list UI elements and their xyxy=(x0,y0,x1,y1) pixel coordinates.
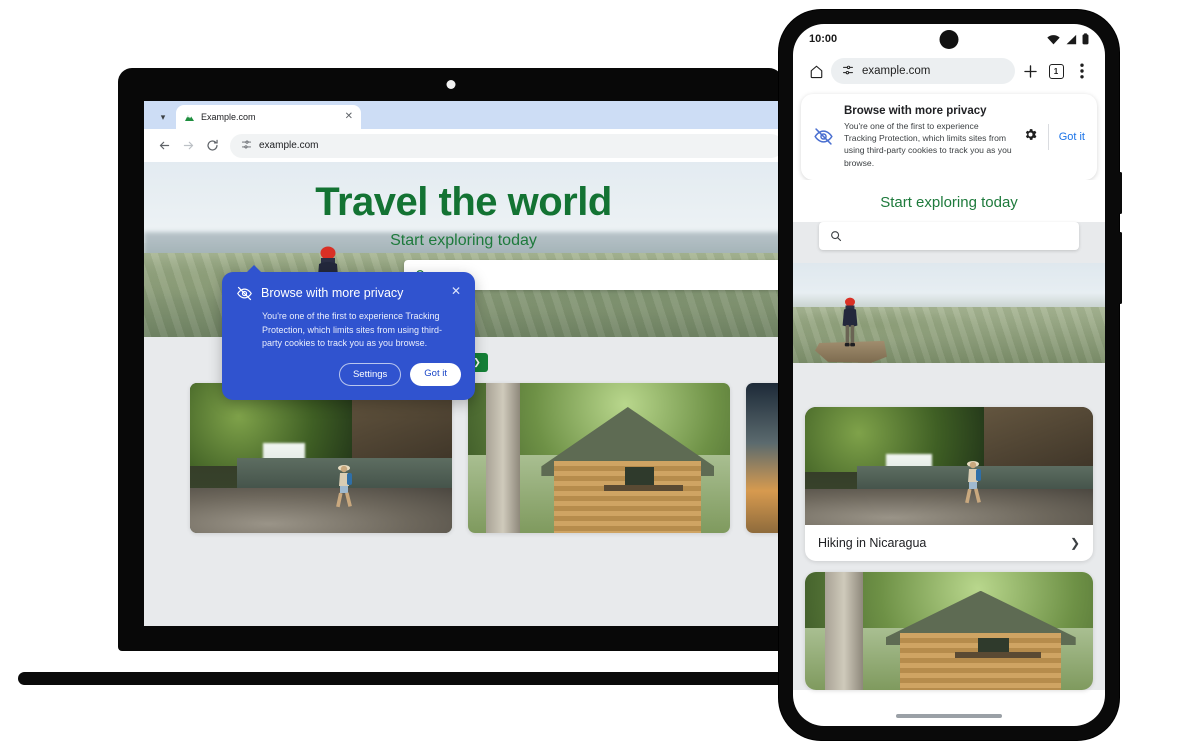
mobile-toolbar: example.com 1 xyxy=(793,54,1105,88)
dialog-close-icon[interactable]: ✕ xyxy=(451,285,461,297)
browser-tab[interactable]: Example.com ✕ xyxy=(176,105,361,129)
gear-icon[interactable] xyxy=(1023,127,1038,147)
dialog-header: Browse with more privacy ✕ xyxy=(236,285,461,302)
content-cards-row xyxy=(144,383,783,533)
browser-tabstrip: ▾ Example.com ✕ xyxy=(144,101,783,129)
mobile-card-label: Hiking in Nicaragua xyxy=(818,535,927,550)
signal-icon xyxy=(1066,34,1077,44)
hero-subheadline: Start exploring today xyxy=(390,232,537,249)
more-vertical-icon[interactable] xyxy=(1069,58,1095,84)
mobile-got-it-button[interactable]: Got it xyxy=(1059,131,1085,143)
phone-screen: 10:00 example.com 1 Browse with more pri… xyxy=(793,24,1105,726)
mobile-page-content: Start exploring today Hiking in Nicaragu… xyxy=(793,179,1105,690)
mobile-content-card[interactable]: Hiking in Nicaragua ❯ xyxy=(805,406,1093,561)
front-camera-icon xyxy=(939,30,959,49)
laptop-bezel: ▾ Example.com ✕ example.com Travel the w… xyxy=(118,68,783,651)
log-cabin-photo xyxy=(468,383,730,533)
plus-icon[interactable] xyxy=(1017,58,1043,84)
home-indicator[interactable] xyxy=(896,714,1002,718)
mobile-tracking-protection-card: Browse with more privacy You're one of t… xyxy=(801,94,1097,180)
mobile-url-text: example.com xyxy=(862,65,931,77)
dialog-body-text: You're one of the first to experience Tr… xyxy=(262,311,443,349)
wifi-icon xyxy=(1047,34,1060,44)
mobile-subheadline: Start exploring today xyxy=(793,179,1105,222)
home-icon[interactable] xyxy=(803,58,829,84)
tune-icon[interactable] xyxy=(241,139,252,153)
mobile-card-body: You're one of the first to experience Tr… xyxy=(844,121,1012,168)
eye-slash-icon xyxy=(237,286,252,301)
got-it-button[interactable]: Got it xyxy=(410,363,461,387)
phone-device: 10:00 example.com 1 Browse with more pri… xyxy=(779,10,1122,740)
search-icon xyxy=(831,230,842,241)
settings-button[interactable]: Settings xyxy=(338,363,402,387)
mobile-content-gap xyxy=(793,362,1105,407)
tab-title: Example.com xyxy=(201,112,256,122)
tune-icon[interactable] xyxy=(842,64,854,79)
address-bar-url: example.com xyxy=(259,140,319,151)
status-icons xyxy=(1047,33,1089,45)
browser-toolbar: example.com xyxy=(144,129,783,162)
content-card[interactable] xyxy=(468,383,730,533)
tab-close-icon[interactable]: ✕ xyxy=(345,112,353,122)
battery-icon xyxy=(1082,33,1089,45)
mobile-card-title: Browse with more privacy xyxy=(844,105,987,117)
hero-headline: Travel the world xyxy=(315,180,612,224)
eye-slash-icon xyxy=(814,128,833,146)
tab-search-chevron-down-icon[interactable]: ▾ xyxy=(150,105,176,129)
waterfall-hiker-photo xyxy=(190,383,452,533)
mobile-card-footer[interactable]: Hiking in Nicaragua ❯ xyxy=(805,525,1093,561)
tracking-protection-dialog: Browse with more privacy ✕ You're one of… xyxy=(222,264,475,401)
mobile-card-image xyxy=(805,406,1093,525)
laptop-device: ▾ Example.com ✕ example.com Travel the w… xyxy=(18,68,808,685)
card-divider xyxy=(1047,123,1049,150)
status-clock: 10:00 xyxy=(809,33,838,45)
laptop-base xyxy=(18,672,808,685)
phone-volume-button[interactable] xyxy=(1119,172,1122,214)
dialog-title: Browse with more privacy xyxy=(261,286,404,300)
marketing-composite: ▾ Example.com ✕ example.com Travel the w… xyxy=(0,0,1200,750)
tab-count-badge: 1 xyxy=(1048,63,1064,79)
mobile-card-text: Browse with more privacy You're one of t… xyxy=(844,105,1013,169)
arrow-forward-icon[interactable] xyxy=(176,134,200,158)
address-bar[interactable]: example.com xyxy=(230,133,783,158)
reload-icon[interactable] xyxy=(200,134,224,158)
dialog-actions: Settings Got it xyxy=(236,363,461,387)
mobile-content-card[interactable] xyxy=(805,571,1093,690)
mobile-search-box[interactable] xyxy=(819,221,1079,250)
sunset-coast-photo xyxy=(746,383,783,533)
arrow-back-icon[interactable] xyxy=(152,134,176,158)
content-card[interactable] xyxy=(190,383,452,533)
laptop-camera-icon xyxy=(446,80,455,89)
web-page-content: Travel the world Start exploring today ❮… xyxy=(144,162,783,626)
status-bar: 10:00 xyxy=(793,24,1105,54)
phone-power-button[interactable] xyxy=(1119,232,1122,304)
chevron-right-icon[interactable]: ❯ xyxy=(1070,536,1080,550)
content-card[interactable] xyxy=(746,383,783,533)
tab-switcher-button[interactable]: 1 xyxy=(1043,58,1069,84)
laptop-screen: ▾ Example.com ✕ example.com Travel the w… xyxy=(144,101,783,626)
example-mountain-favicon xyxy=(184,112,195,123)
mobile-card-image xyxy=(805,571,1093,690)
mobile-hero-image xyxy=(793,262,1105,363)
mobile-hero-hiker-figure xyxy=(842,297,858,347)
mobile-address-bar[interactable]: example.com xyxy=(831,58,1015,84)
